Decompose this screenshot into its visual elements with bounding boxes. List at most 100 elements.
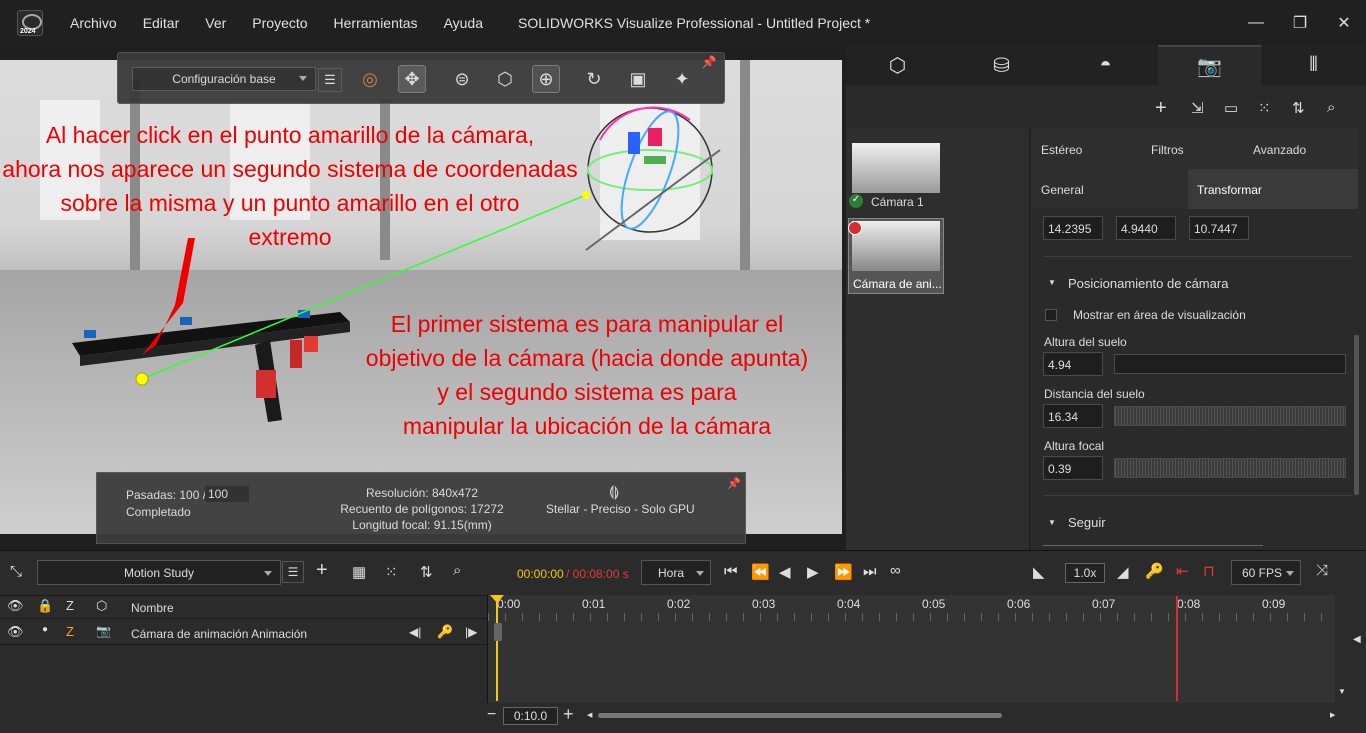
- floor-distance-field[interactable]: 16.34: [1043, 404, 1103, 428]
- trim-icon[interactable]: ⊓: [1203, 562, 1215, 580]
- select-part-icon[interactable]: ⬡: [491, 65, 519, 93]
- scroll-down-icon[interactable]: ▼: [1338, 687, 1346, 696]
- minimize-button[interactable]: —: [1234, 0, 1278, 45]
- tab-advanced[interactable]: Avanzado: [1253, 143, 1306, 157]
- menu-ver[interactable]: Ver: [205, 15, 226, 31]
- focal-height-slider[interactable]: [1114, 458, 1346, 478]
- next-key-icon[interactable]: |▶: [465, 625, 477, 639]
- scroll-left-icon[interactable]: ◀: [587, 711, 592, 719]
- camera-label[interactable]: Cámara 1: [871, 195, 924, 209]
- end-marker[interactable]: [1176, 596, 1178, 701]
- zoom-out-icon[interactable]: −: [487, 706, 496, 724]
- menu-editar[interactable]: Editar: [143, 15, 180, 31]
- export-icon[interactable]: ⇲: [1191, 99, 1204, 117]
- tab-models[interactable]: ⬡: [846, 45, 950, 85]
- add-camera-icon[interactable]: ▦: [352, 563, 366, 581]
- transform-icon[interactable]: ⊕: [532, 65, 560, 93]
- keyframe[interactable]: [494, 623, 502, 641]
- refresh-icon[interactable]: ↻: [580, 65, 608, 93]
- orbit-icon[interactable]: ✥: [398, 65, 426, 93]
- camera-thumbnail[interactable]: [852, 143, 940, 193]
- key-icon[interactable]: 🔑: [437, 624, 453, 640]
- tab-libraries[interactable]: ⦀: [1262, 45, 1366, 85]
- tab-environment[interactable]: ◓: [1054, 45, 1158, 85]
- y-field[interactable]: 4.9440: [1116, 216, 1176, 240]
- menu-herramientas[interactable]: Herramientas: [334, 15, 418, 31]
- loop-icon[interactable]: ∞: [890, 562, 901, 579]
- section-positioning[interactable]: Posicionamiento de cámara: [1068, 276, 1228, 291]
- visibility-icon[interactable]: 👁: [7, 624, 24, 640]
- tab-general[interactable]: General: [1041, 183, 1084, 197]
- path-type-icon[interactable]: Z: [66, 598, 74, 613]
- visibility-icon[interactable]: 👁: [7, 598, 24, 614]
- playhead-handle[interactable]: [490, 595, 504, 603]
- configuration-dropdown[interactable]: Configuración base: [132, 67, 316, 91]
- grid-icon[interactable]: ⁙: [1258, 99, 1271, 117]
- list-icon[interactable]: ☰: [318, 68, 342, 92]
- zoom-in-icon[interactable]: +: [563, 704, 574, 725]
- camera-thumbnail[interactable]: [852, 221, 940, 271]
- panel-scrollbar[interactable]: [1354, 335, 1359, 495]
- fast-icon[interactable]: ◢: [1117, 563, 1129, 581]
- zoom-field[interactable]: 0:10.0: [503, 707, 558, 725]
- close-button[interactable]: ✕: [1322, 0, 1366, 45]
- lock-icon[interactable]: 🔒: [37, 598, 53, 614]
- object-icon[interactable]: ⬡: [96, 598, 107, 614]
- render-viewport[interactable]: Al hacer click en el punto amarillo de l…: [0, 60, 842, 534]
- pin-icon[interactable]: 📌: [700, 53, 718, 71]
- key-icon[interactable]: 🔑: [1145, 562, 1164, 580]
- target-icon[interactable]: ◎: [356, 65, 384, 93]
- menu-archivo[interactable]: Archivo: [70, 15, 117, 31]
- study-dropdown[interactable]: Motion Study: [37, 560, 281, 585]
- turntable-icon[interactable]: ⊜: [448, 65, 476, 93]
- chevron-down-icon[interactable]: ▼: [1048, 518, 1056, 527]
- collapse-icon[interactable]: ⤡: [10, 563, 22, 580]
- step-back-icon[interactable]: ◀: [779, 563, 791, 581]
- timeline-area[interactable]: [487, 595, 1335, 703]
- tab-materials[interactable]: ⛁: [950, 45, 1054, 85]
- time-unit-dropdown[interactable]: Hora: [641, 560, 711, 585]
- sort-icon[interactable]: ⇅: [420, 563, 433, 581]
- path-icon[interactable]: ⤨: [1316, 562, 1328, 579]
- scroll-left-icon[interactable]: ◀: [1353, 634, 1361, 645]
- list-icon[interactable]: ☰: [282, 561, 304, 583]
- search-icon[interactable]: ⌕: [453, 562, 461, 579]
- playhead[interactable]: [496, 596, 498, 701]
- scroll-right-icon[interactable]: ▶: [1330, 711, 1335, 719]
- x-field[interactable]: 14.2395: [1043, 216, 1103, 240]
- show-in-viewport-checkbox[interactable]: [1045, 309, 1057, 321]
- skip-start-icon[interactable]: ⏮: [724, 563, 738, 580]
- track-name[interactable]: Cámara de animación Animación: [131, 627, 307, 641]
- skip-end-icon[interactable]: ⏭: [863, 563, 877, 580]
- floor-distance-slider[interactable]: [1114, 406, 1346, 426]
- sort-icon[interactable]: ⇅: [1292, 99, 1305, 117]
- maximize-button[interactable]: ❐: [1278, 0, 1322, 45]
- camera-label[interactable]: Cámara de ani...: [853, 277, 942, 291]
- pin-icon[interactable]: 📌: [727, 477, 741, 490]
- focal-height-field[interactable]: 0.39: [1043, 456, 1103, 480]
- add-icon[interactable]: +: [316, 559, 328, 582]
- play-icon[interactable]: ▶: [807, 563, 819, 581]
- slow-icon[interactable]: ◣: [1033, 563, 1045, 581]
- chevron-down-icon[interactable]: ▼: [1048, 278, 1056, 287]
- layout-icon[interactable]: ▭: [1224, 99, 1238, 117]
- tab-filters[interactable]: Filtros: [1151, 143, 1184, 157]
- keyframe-left-icon[interactable]: ⇤: [1176, 562, 1189, 580]
- add-icon[interactable]: +: [1155, 97, 1167, 120]
- magic-wand-icon[interactable]: ✦: [668, 65, 696, 93]
- search-icon[interactable]: ⌕: [1327, 99, 1335, 116]
- prev-key-icon[interactable]: ◀|: [409, 625, 421, 639]
- tab-cameras[interactable]: 📷: [1158, 45, 1262, 85]
- floor-height-slider[interactable]: [1114, 354, 1346, 374]
- tab-stereo[interactable]: Estéreo: [1041, 143, 1082, 157]
- prev-key-icon[interactable]: ⏪: [751, 563, 770, 581]
- speed-field[interactable]: 1.0x: [1065, 563, 1105, 583]
- horizontal-scrollbar[interactable]: [598, 713, 1002, 718]
- section-follow[interactable]: Seguir: [1068, 515, 1106, 530]
- grid-icon[interactable]: ⁙: [385, 563, 398, 581]
- path-type-icon[interactable]: Z: [66, 624, 74, 639]
- menu-proyecto[interactable]: Proyecto: [252, 15, 307, 31]
- cube-icon[interactable]: ▣: [624, 65, 652, 93]
- floor-height-field[interactable]: 4.94: [1043, 352, 1103, 376]
- fps-dropdown[interactable]: 60 FPS: [1231, 560, 1301, 585]
